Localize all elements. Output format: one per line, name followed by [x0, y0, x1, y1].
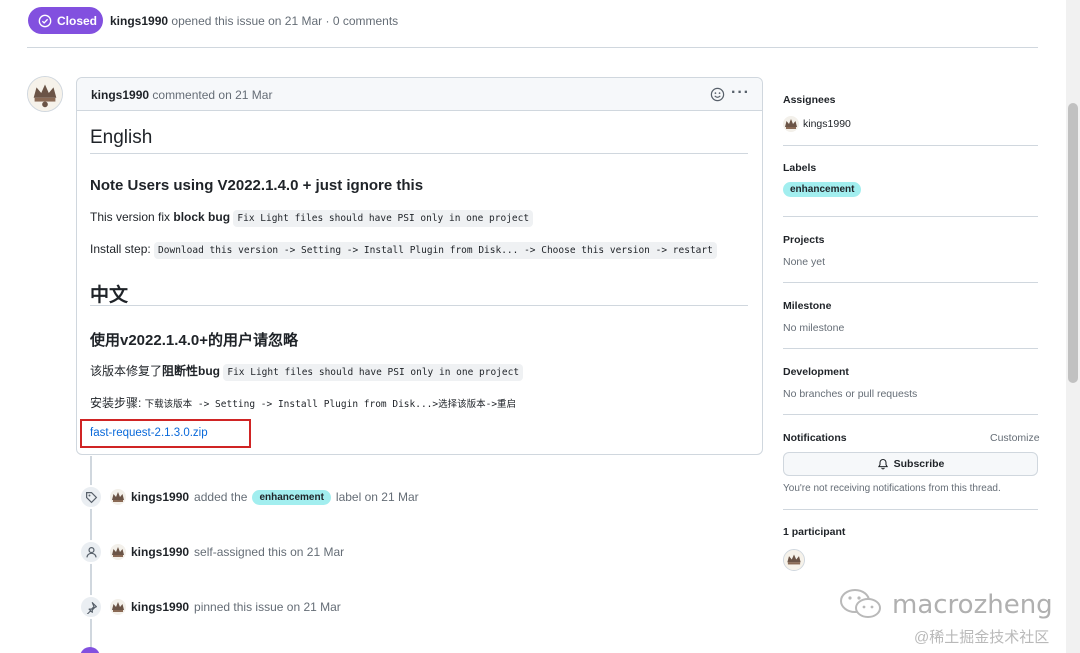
paragraph-install-prefix: Install step: — [90, 242, 155, 256]
crown-avatar-icon — [28, 77, 62, 111]
paragraph-install-cn-code: 下载该版本 -> Setting -> Install Plugin from … — [144, 399, 517, 410]
kebab-menu-icon[interactable]: ··· — [731, 84, 750, 102]
sidebar-divider — [783, 348, 1038, 349]
paragraph-fix-code: Fix Light files should have PSI only in … — [233, 210, 534, 227]
mini-avatar — [783, 116, 799, 132]
paragraph-fix-cn-prefix: 该版本修复了 — [90, 364, 163, 378]
paragraph-fix-bold: block bug — [173, 210, 231, 224]
development-title[interactable]: Development — [783, 366, 849, 378]
paragraph-install-cn-prefix: 安装步骤: — [90, 396, 145, 410]
milestone-value: No milestone — [783, 322, 845, 334]
timeline-event-icon — [79, 540, 103, 564]
issue-author-link[interactable]: kings1990 — [110, 14, 168, 28]
heading-ignore-cn: 使用v2022.1.4.0+的用户请忽略 — [90, 332, 299, 349]
state-label: Closed — [57, 13, 98, 28]
enhancement-label[interactable]: enhancement — [252, 489, 331, 505]
paragraph-install: Install step: Download this version -> S… — [90, 242, 717, 259]
comment-header: kings1990 commented on 21 Mar ··· — [77, 78, 762, 111]
sidebar-divider — [783, 145, 1038, 146]
mini-avatar[interactable] — [110, 544, 126, 560]
author-avatar[interactable] — [27, 76, 63, 112]
heading-english: English — [90, 127, 153, 148]
timeline-closed-icon — [80, 647, 100, 653]
pin-icon — [86, 601, 97, 614]
crown-avatar-icon — [112, 547, 124, 557]
issue-meta-text: opened this issue on 21 Mar · 0 comments — [171, 14, 399, 28]
paragraph-fix: This version fix block bug Fix Light fil… — [90, 210, 534, 227]
highlight-box — [80, 419, 251, 448]
crown-avatar-icon — [112, 492, 124, 502]
subscribe-button[interactable]: Subscribe — [783, 452, 1038, 476]
timeline-event-label: kings1990 self-assigned this on 21 Mar — [110, 544, 344, 560]
timeline-text: pinned this issue on 21 Mar — [194, 600, 341, 614]
mini-avatar[interactable] — [110, 599, 126, 615]
crown-avatar-icon — [785, 119, 797, 129]
timeline-text: self-assigned this on 21 Mar — [194, 545, 345, 559]
person-icon — [85, 546, 97, 557]
check-circle-icon — [38, 14, 52, 27]
watermark-brand: macrozheng — [892, 590, 1053, 620]
paragraph-install-cn: 安装步骤: 下载该版本 -> Setting -> Install Plugin… — [90, 394, 516, 411]
paragraph-fix-cn-bold: 阻断性bug — [162, 364, 221, 378]
customize-link[interactable]: Customize — [990, 432, 1040, 444]
timeline-user-link[interactable]: kings1990 — [131, 490, 189, 504]
heading-chinese: 中文 — [90, 285, 129, 306]
header-divider — [27, 47, 1038, 48]
timeline-event-label: kings1990 pinned this issue on 21 Mar — [110, 599, 341, 615]
participants-title: 1 participant — [783, 526, 846, 538]
assignees-title[interactable]: Assignees — [783, 94, 836, 106]
sidebar-divider — [783, 414, 1038, 415]
sidebar-divider — [783, 216, 1038, 217]
timeline-text: added the — [194, 490, 248, 504]
scrollbar-thumb[interactable] — [1068, 103, 1078, 383]
assignee-item[interactable]: kings1990 — [783, 116, 851, 132]
heading-chinese-rule — [90, 305, 748, 306]
timeline-user-link[interactable]: kings1990 — [131, 600, 189, 614]
wechat-icon — [840, 589, 881, 618]
heading-english-rule — [90, 153, 748, 154]
projects-value: None yet — [783, 256, 826, 268]
paragraph-fix-prefix: This version fix — [90, 210, 174, 224]
timeline-event-icon — [79, 595, 103, 619]
timeline-text-after: label on 21 Mar — [335, 490, 419, 504]
sidebar-divider — [783, 282, 1038, 283]
timeline-event-label: kings1990 added the enhancement label on… — [110, 489, 419, 505]
issue-meta: kings1990 opened this issue on 21 Mar · … — [110, 14, 398, 28]
projects-title[interactable]: Projects — [783, 234, 824, 246]
tag-icon — [85, 491, 97, 503]
subscribe-label: Subscribe — [893, 458, 945, 470]
smiley-icon[interactable] — [710, 87, 725, 102]
closed-state-badge: Closed — [28, 7, 103, 34]
paragraph-fix-cn-code: Fix Light files should have PSI only in … — [223, 364, 524, 381]
paragraph-fix-cn: 该版本修复了阻断性bug Fix Light files should have… — [90, 362, 524, 381]
assignee-name: kings1990 — [803, 118, 851, 130]
paragraph-install-code: Download this version -> Setting -> Inst… — [154, 242, 717, 259]
heading-note-users: Note Users using V2022.1.4.0 + just igno… — [90, 177, 424, 194]
crown-avatar-icon — [112, 602, 124, 612]
sidebar-divider — [783, 509, 1038, 510]
bell-icon — [877, 458, 888, 470]
notification-note: You're not receiving notifications from … — [783, 483, 1001, 494]
timeline-user-link[interactable]: kings1990 — [131, 545, 189, 559]
timeline-event-icon — [79, 485, 103, 509]
milestone-title[interactable]: Milestone — [783, 300, 831, 312]
comment-meta: kings1990 commented on 21 Mar — [91, 88, 272, 102]
watermark-site: @稀土掘金技术社区 — [914, 629, 1050, 646]
development-value: No branches or pull requests — [783, 388, 918, 400]
sidebar-enhancement-label[interactable]: enhancement — [783, 182, 862, 197]
participant-avatar[interactable] — [783, 549, 805, 571]
labels-title[interactable]: Labels — [783, 162, 816, 174]
comment-date: commented on 21 Mar — [152, 88, 273, 102]
comment-author-link[interactable]: kings1990 — [91, 88, 149, 102]
crown-avatar-icon — [784, 550, 804, 570]
notifications-title: Notifications — [783, 432, 847, 444]
mini-avatar[interactable] — [110, 489, 126, 505]
